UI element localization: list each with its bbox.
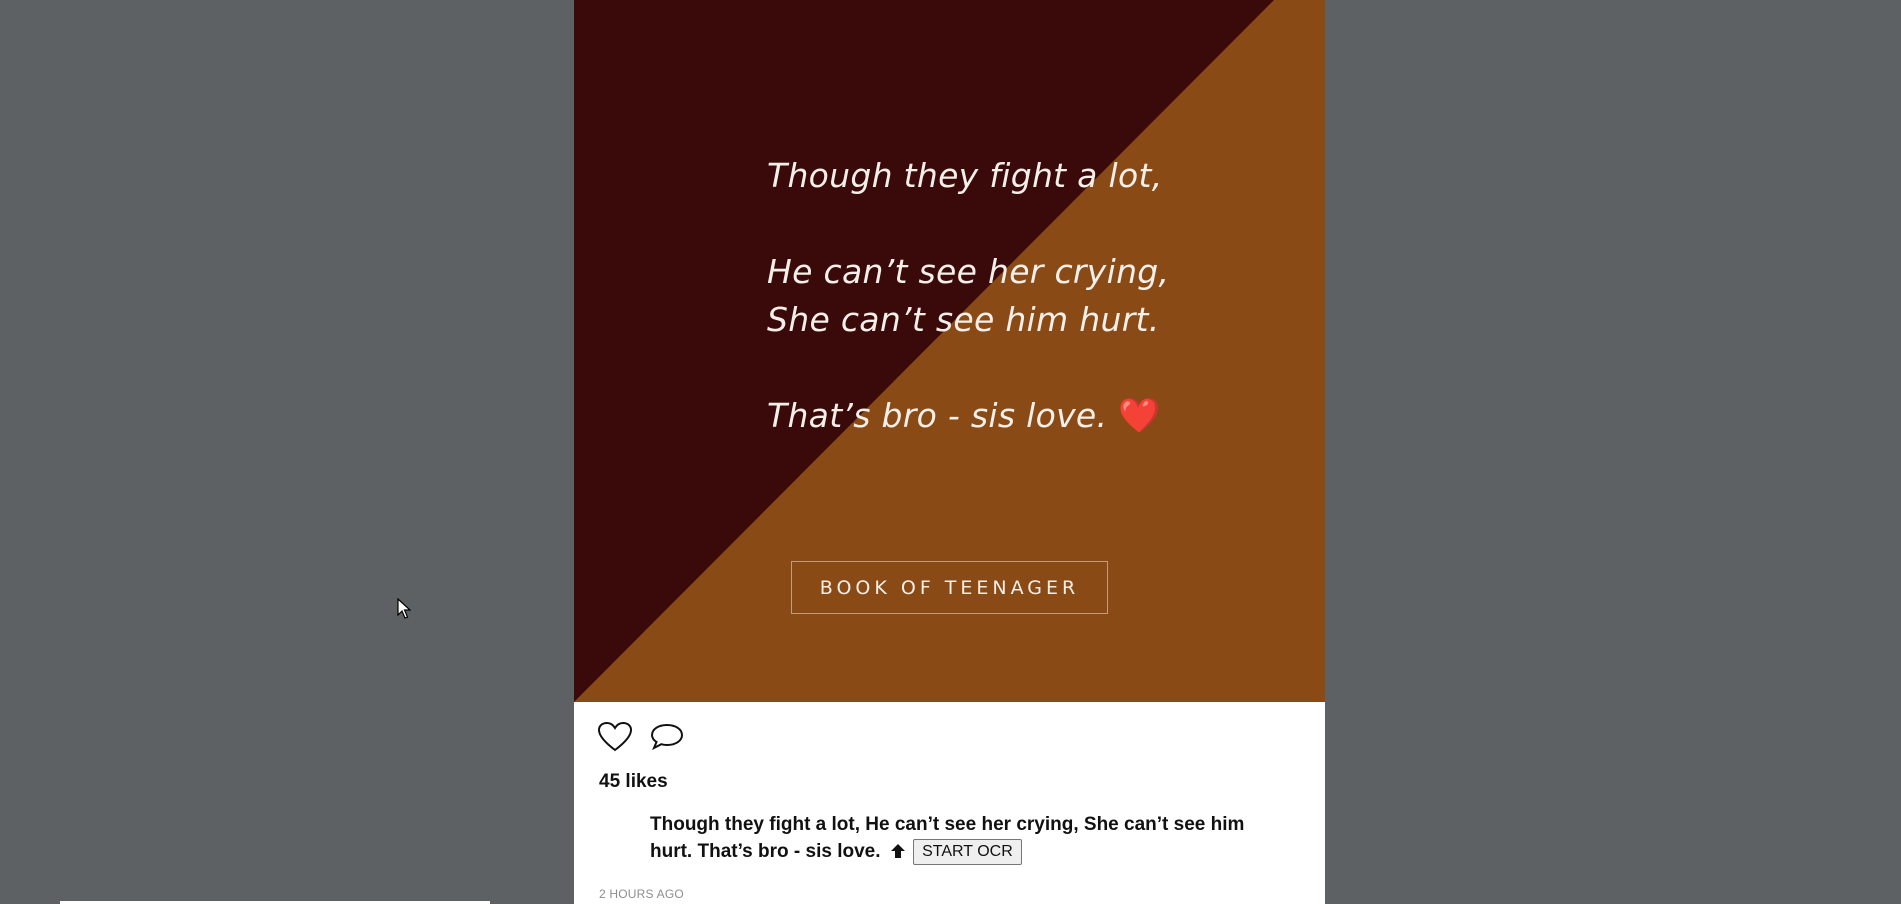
likes-count: 45 likes xyxy=(599,771,668,792)
heart-emoji-icon: ❤️ xyxy=(1118,396,1161,436)
caption-line-2: hurt. That’s bro - sis love. xyxy=(650,841,881,862)
mouse-cursor-icon xyxy=(397,597,412,625)
post-timestamp: 2 HOURS AGO xyxy=(599,887,684,901)
post-image[interactable]: Though they fight a lot, He can’t see he… xyxy=(574,0,1325,702)
quote-line-4-wrap: That’s bro - sis love. ❤️ xyxy=(767,392,1267,440)
page: Though they fight a lot, He can’t see he… xyxy=(0,0,1901,904)
quote-line-1: Though they fight a lot, xyxy=(767,156,1163,195)
brand-label: BOOK OF TEENAGER xyxy=(791,561,1108,614)
quote-line-4: That’s bro - sis love. xyxy=(767,396,1108,435)
post-caption: Though they fight a lot, He can’t see he… xyxy=(650,811,1290,867)
post-actions xyxy=(597,721,684,757)
post-card: Though they fight a lot, He can’t see he… xyxy=(574,0,1325,904)
start-ocr-button[interactable]: START OCR xyxy=(913,839,1022,865)
quote-text: Though they fight a lot, He can’t see he… xyxy=(767,152,1267,440)
arrow-up-icon xyxy=(890,840,906,867)
speech-bubble-icon[interactable] xyxy=(650,723,684,756)
quote-line-3: She can’t see him hurt. xyxy=(767,300,1160,339)
quote-line-2: He can’t see her crying, xyxy=(767,252,1170,291)
caption-line-1: Though they fight a lot, He can’t see he… xyxy=(650,814,1245,835)
heart-outline-icon[interactable] xyxy=(597,721,633,757)
